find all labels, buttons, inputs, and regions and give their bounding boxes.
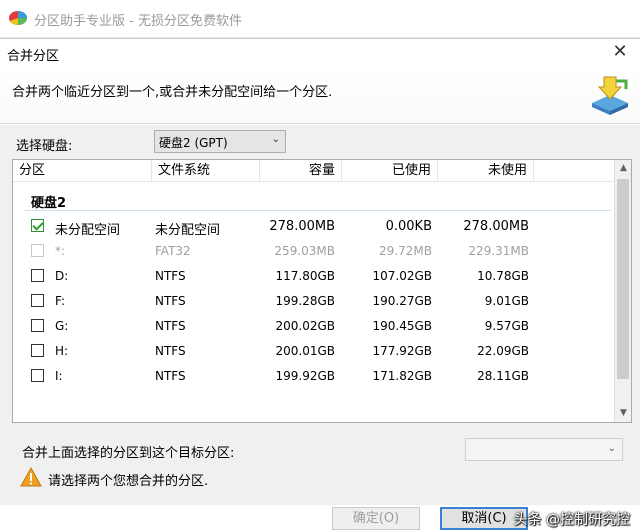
column-used[interactable]: 已使用 (342, 160, 438, 182)
filesystem: NTFS (155, 319, 186, 333)
target-partition-select[interactable]: ⌄ (465, 438, 623, 461)
instruction-text: 合并两个临近分区到一个,或合并未分配空间给一个分区. (12, 85, 333, 100)
instruction-banner: 合并两个临近分区到一个,或合并未分配空间给一个分区. (0, 67, 640, 124)
partition-name: *: (55, 244, 66, 258)
warning-icon (20, 467, 42, 487)
app-titlebar: 分区助手专业版 - 无损分区免费软件 (0, 0, 640, 38)
warning-text: 请选择两个您想合并的分区. (48, 474, 209, 489)
unused-space: 229.31MB (468, 244, 529, 258)
filesystem: NTFS (155, 269, 186, 283)
partition-checkbox[interactable] (31, 269, 44, 282)
used-space: 190.27GB (372, 294, 432, 308)
group-divider (25, 210, 611, 211)
dialog-titlebar: 合并分区 ✕ (0, 39, 640, 67)
capacity: 117.80GB (275, 269, 335, 283)
dialog-body: 选择硬盘: 硬盘2 (GPT) ⌄ 分区 文件系统 容量 已使用 未使用 硬盘2… (0, 125, 640, 530)
partition-checkbox[interactable] (31, 294, 44, 307)
capacity: 199.28GB (275, 294, 335, 308)
filesystem: NTFS (155, 369, 186, 383)
disk-group-label: 硬盘2 (31, 196, 67, 211)
partition-name: G: (55, 319, 69, 333)
app-title: 分区助手专业版 - 无损分区免费软件 (34, 14, 242, 29)
capacity: 259.03MB (274, 244, 335, 258)
table-row[interactable]: D: NTFS 117.80GB 107.02GB 10.78GB (13, 265, 615, 289)
unused-space: 9.01GB (484, 294, 529, 308)
partition-name: 未分配空间 (55, 223, 121, 238)
used-space: 107.02GB (372, 269, 432, 283)
partition-name: H: (55, 344, 69, 358)
column-filesystem[interactable]: 文件系统 (152, 160, 260, 182)
ok-button[interactable]: 确定(O) (332, 507, 420, 530)
used-space: 190.45GB (372, 319, 432, 333)
merge-partition-dialog: 合并分区 ✕ 合并两个临近分区到一个,或合并未分配空间给一个分区. 选择硬盘: … (0, 38, 640, 530)
capacity: 200.01GB (275, 344, 335, 358)
chevron-down-icon: ⌄ (271, 134, 280, 145)
table-header: 分区 文件系统 容量 已使用 未使用 (13, 160, 615, 182)
partition-checkbox[interactable] (31, 369, 44, 382)
unused-space: 28.11GB (477, 369, 529, 383)
partition-checkbox (31, 244, 44, 257)
filesystem: FAT32 (155, 244, 191, 258)
unused-space: 278.00MB (463, 219, 529, 234)
partition-checkbox[interactable] (31, 219, 44, 232)
scroll-up-icon[interactable]: ▲ (615, 160, 631, 177)
partition-checkbox[interactable] (31, 344, 44, 357)
capacity: 278.00MB (269, 219, 335, 234)
scroll-thumb[interactable] (617, 179, 629, 379)
filesystem: 未分配空间 (155, 223, 221, 238)
app-logo-icon (9, 11, 27, 25)
filesystem: NTFS (155, 294, 186, 308)
table-row[interactable]: G: NTFS 200.02GB 190.45GB 9.57GB (13, 315, 615, 339)
column-partition[interactable]: 分区 (13, 160, 152, 182)
table-row[interactable]: F: NTFS 199.28GB 190.27GB 9.01GB (13, 290, 615, 314)
used-space: 171.82GB (372, 369, 432, 383)
target-partition-label: 合并上面选择的分区到这个目标分区: (22, 446, 235, 461)
partition-name: D: (55, 269, 69, 283)
partition-table: 分区 文件系统 容量 已使用 未使用 硬盘2 未分配空间 未分配空间 278.00M… (12, 159, 632, 423)
disk-select[interactable]: 硬盘2 (GPT) ⌄ (154, 130, 286, 153)
capacity: 200.02GB (275, 319, 335, 333)
filesystem: NTFS (155, 344, 186, 358)
partition-checkbox[interactable] (31, 319, 44, 332)
watermark: 头条 @控制研究控 (513, 512, 630, 528)
capacity: 199.92GB (275, 369, 335, 383)
unused-space: 9.57GB (484, 319, 529, 333)
used-space: 29.72MB (379, 244, 432, 258)
table-row[interactable]: I: NTFS 199.92GB 171.82GB 28.11GB (13, 365, 615, 389)
disk-select-value: 硬盘2 (GPT) (159, 136, 228, 150)
merge-partition-icon (592, 76, 628, 115)
table-row[interactable]: *: FAT32 259.03MB 29.72MB 229.31MB (13, 240, 615, 264)
close-button[interactable]: ✕ (606, 41, 634, 65)
disk-select-label: 选择硬盘: (16, 139, 73, 154)
column-unused[interactable]: 未使用 (438, 160, 534, 182)
dialog-title: 合并分区 (7, 49, 60, 64)
table-scrollbar[interactable]: ▲ ▼ (614, 160, 631, 422)
unused-space: 22.09GB (477, 344, 529, 358)
partition-name: F: (55, 294, 66, 308)
scroll-down-icon[interactable]: ▼ (615, 405, 631, 422)
partition-name: I: (55, 369, 63, 383)
column-capacity[interactable]: 容量 (260, 160, 342, 182)
table-row[interactable]: H: NTFS 200.01GB 177.92GB 22.09GB (13, 340, 615, 364)
chevron-down-icon: ⌄ (607, 443, 616, 454)
used-space: 0.00KB (385, 219, 432, 234)
used-space: 177.92GB (372, 344, 432, 358)
table-row[interactable]: 未分配空间 未分配空间 278.00MB 0.00KB 278.00MB (13, 215, 615, 239)
unused-space: 10.78GB (477, 269, 529, 283)
